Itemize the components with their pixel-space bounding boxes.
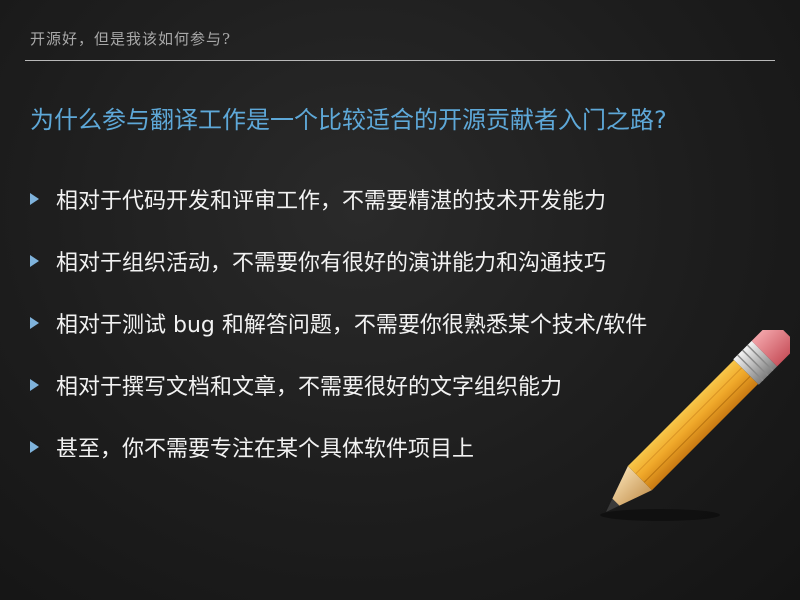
bullet-text: 相对于撰写文档和文章，不需要很好的文字组织能力: [56, 375, 563, 400]
bullet-text: 甚至，你不需要专注在某个具体软件项目上: [56, 437, 475, 462]
triangle-right-icon: [30, 379, 39, 391]
triangle-right-icon: [30, 317, 39, 329]
bullet-item: 相对于组织活动，不需要你有很好的演讲能力和沟通技巧: [30, 230, 647, 292]
triangle-right-icon: [30, 255, 39, 267]
bullet-text: 相对于代码开发和评审工作，不需要精湛的技术开发能力: [56, 189, 607, 214]
bullet-list: 相对于代码开发和评审工作，不需要精湛的技术开发能力 相对于组织活动，不需要你有很…: [30, 168, 647, 478]
slide-title: 为什么参与翻译工作是一个比较适合的开源贡献者入门之路?: [30, 106, 667, 134]
slide-header: 开源好，但是我该如何参与?: [30, 30, 232, 48]
triangle-right-icon: [30, 193, 39, 205]
bullet-text: 相对于测试 bug 和解答问题，不需要你很熟悉某个技术/软件: [56, 313, 648, 338]
bullet-item: 甚至，你不需要专注在某个具体软件项目上: [30, 416, 647, 478]
bullet-text: 相对于组织活动，不需要你有很好的演讲能力和沟通技巧: [56, 251, 607, 276]
bullet-item: 相对于测试 bug 和解答问题，不需要你很熟悉某个技术/软件: [30, 292, 647, 354]
slide: 开源好，但是我该如何参与? 为什么参与翻译工作是一个比较适合的开源贡献者入门之路…: [0, 0, 800, 600]
bullet-item: 相对于代码开发和评审工作，不需要精湛的技术开发能力: [30, 168, 647, 230]
triangle-right-icon: [30, 441, 39, 453]
pencil-icon: [600, 330, 790, 521]
bullet-item: 相对于撰写文档和文章，不需要很好的文字组织能力: [30, 354, 647, 416]
header-divider: [25, 60, 775, 61]
